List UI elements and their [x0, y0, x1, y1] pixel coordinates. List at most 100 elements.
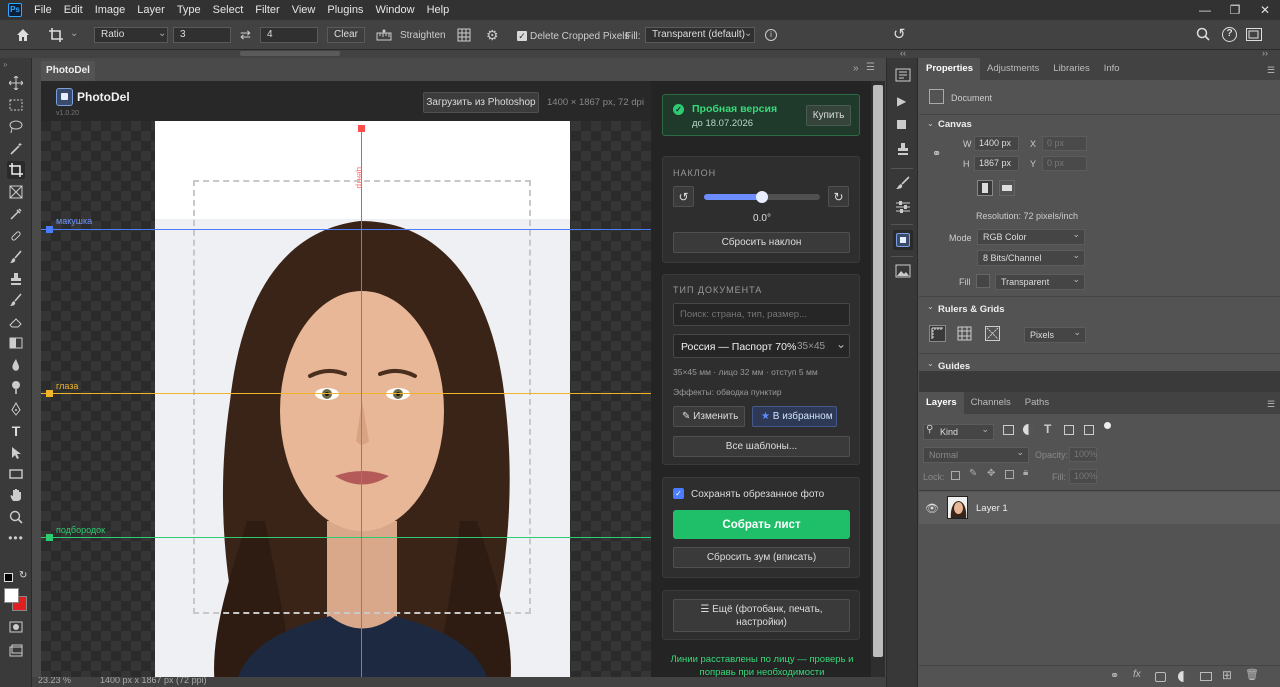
path-selection-tool-icon[interactable]	[7, 444, 25, 462]
mode-select[interactable]: RGB Color	[977, 227, 1085, 245]
filter-toggle-icon[interactable]	[1104, 422, 1111, 429]
menu-filter[interactable]: Filter	[249, 0, 285, 20]
fx-icon[interactable]: fx	[1133, 669, 1141, 680]
quick-mask-icon[interactable]	[7, 618, 25, 636]
plugin-scrollbar-thumb[interactable]	[873, 85, 883, 657]
paragraph-icon[interactable]	[895, 118, 911, 130]
clear-button[interactable]: Clear	[327, 27, 365, 43]
all-templates-button[interactable]: Все шаблоны...	[673, 436, 850, 457]
delete-layer-icon[interactable]: 🗑︎	[1245, 668, 1259, 681]
dodge-tool-icon[interactable]	[7, 378, 25, 396]
screen-mode-icon[interactable]	[7, 642, 25, 660]
zoom-tool-icon[interactable]	[7, 508, 25, 526]
toolbar-collapse-icon[interactable]: »	[3, 60, 7, 69]
hand-tool-icon[interactable]	[7, 486, 25, 504]
crop-frame[interactable]	[193, 180, 531, 614]
fill-opacity-input[interactable]: 100%	[1069, 469, 1097, 484]
landscape-orientation-icon[interactable]	[999, 180, 1015, 196]
link-layers-icon[interactable]: ⚭	[1110, 669, 1119, 682]
menu-view[interactable]: View	[286, 0, 322, 20]
expand-arrows-icon[interactable]: ››	[1262, 48, 1268, 58]
gradient-tool-icon[interactable]	[7, 334, 25, 352]
frame-tool-icon[interactable]	[7, 183, 25, 201]
properties-scrollbar[interactable]	[1269, 66, 1275, 371]
fill-swatch[interactable]	[976, 274, 990, 288]
rulers-chevron-icon[interactable]: ⌄	[927, 302, 934, 311]
more-tools-icon[interactable]: •••	[7, 529, 25, 547]
eraser-tool-icon[interactable]	[7, 313, 25, 331]
clone-stamp-tool-icon[interactable]	[7, 270, 25, 288]
buy-button[interactable]: Купить	[806, 105, 851, 126]
search-icon[interactable]	[1196, 27, 1210, 41]
filter-shape-icon[interactable]	[1064, 425, 1074, 435]
fill-select[interactable]: Transparent (default)	[645, 27, 755, 43]
image-panel-icon[interactable]	[895, 264, 911, 278]
healing-brush-tool-icon[interactable]	[7, 227, 25, 245]
crop-tool-icon[interactable]	[48, 27, 66, 43]
ratio-width-input[interactable]: 3	[173, 27, 231, 43]
tab-adjustments[interactable]: Adjustments	[980, 58, 1046, 80]
filter-adjustment-icon[interactable]	[1023, 424, 1034, 435]
tab-paths[interactable]: Paths	[1018, 392, 1056, 414]
close-icon[interactable]: ✕	[1250, 0, 1280, 20]
tab-overflow-icon[interactable]: »	[853, 63, 859, 74]
reset-tilt-button[interactable]: Сбросить наклон	[673, 232, 850, 253]
minimize-icon[interactable]: —	[1190, 0, 1220, 20]
lock-artboard-icon[interactable]	[1005, 470, 1014, 479]
blur-tool-icon[interactable]	[7, 356, 25, 374]
eyes-guide-handle[interactable]	[46, 390, 53, 397]
lock-all-icon[interactable]: 🔒︎	[1023, 467, 1028, 478]
zoom-level[interactable]: 23.23 %	[38, 677, 71, 685]
photodel-plugin-icon[interactable]	[893, 230, 913, 250]
ratio-select[interactable]: Ratio	[94, 27, 168, 43]
doctype-search-input[interactable]	[673, 303, 850, 326]
brush-tool-icon[interactable]	[7, 248, 25, 266]
collapse-arrows-icon[interactable]: ‹‹	[900, 48, 906, 58]
lock-transparent-icon[interactable]	[951, 471, 960, 480]
center-guide-line[interactable]	[361, 125, 362, 687]
opacity-input[interactable]: 100%	[1069, 447, 1097, 462]
tilt-slider-knob[interactable]	[756, 191, 768, 203]
crown-guide-handle[interactable]	[46, 226, 53, 233]
layer-kind-filter[interactable]: Kind	[923, 422, 994, 440]
filter-smart-object-icon[interactable]	[1084, 425, 1094, 435]
units-select[interactable]: Pixels	[1024, 325, 1086, 343]
move-tool-icon[interactable]	[7, 74, 25, 92]
panel-menu-icon[interactable]: ☰	[866, 62, 875, 73]
type-tool-icon[interactable]: T	[7, 422, 25, 440]
scroll-handle[interactable]	[240, 51, 340, 56]
menu-image[interactable]: Image	[89, 0, 132, 20]
straighten-icon[interactable]	[376, 29, 392, 41]
favorite-button[interactable]: ★ В избранном	[752, 406, 837, 427]
blend-mode-select[interactable]: Normal	[923, 445, 1029, 463]
crop-tool-active-icon[interactable]	[7, 161, 25, 179]
foreground-color-swatch[interactable]	[4, 588, 19, 603]
straighten-label[interactable]: Straighten	[400, 30, 446, 41]
filter-pixel-icon[interactable]	[1003, 425, 1014, 435]
adjust-sliders-icon[interactable]	[895, 200, 911, 214]
guides-chevron-icon[interactable]: ⌄	[927, 359, 934, 368]
layers-menu-icon[interactable]: ☰	[1267, 399, 1275, 410]
swap-icon[interactable]: ⇄	[240, 27, 251, 43]
tab-channels[interactable]: Channels	[964, 392, 1018, 414]
menu-file[interactable]: File	[28, 0, 58, 20]
gear-icon[interactable]: ⚙	[486, 27, 499, 44]
canvas-x-input[interactable]: 0 px	[1042, 136, 1087, 151]
menu-edit[interactable]: Edit	[58, 0, 89, 20]
new-adjustment-icon[interactable]	[1178, 671, 1189, 682]
menu-select[interactable]: Select	[207, 0, 250, 20]
layer-row[interactable]: 👁︎ Layer 1	[919, 492, 1280, 524]
chevron-down-icon[interactable]: ⌄	[70, 28, 78, 39]
tab-layers[interactable]: Layers	[919, 392, 964, 414]
crown-guide-line[interactable]	[41, 229, 651, 230]
rotate-right-button[interactable]: ↻	[828, 186, 849, 207]
lock-position-icon[interactable]: ✥	[987, 468, 995, 479]
canvas-height-input[interactable]: 1867 px	[974, 156, 1019, 171]
edit-button[interactable]: ✎ Изменить	[673, 406, 745, 427]
center-guide-handle[interactable]	[358, 125, 365, 132]
eye-icon[interactable]: 👁︎	[925, 502, 939, 515]
menu-layer[interactable]: Layer	[131, 0, 171, 20]
actions-play-icon[interactable]: ▶	[897, 94, 906, 108]
default-colors-icon[interactable]	[4, 573, 13, 582]
guides-icon[interactable]	[985, 326, 1000, 341]
